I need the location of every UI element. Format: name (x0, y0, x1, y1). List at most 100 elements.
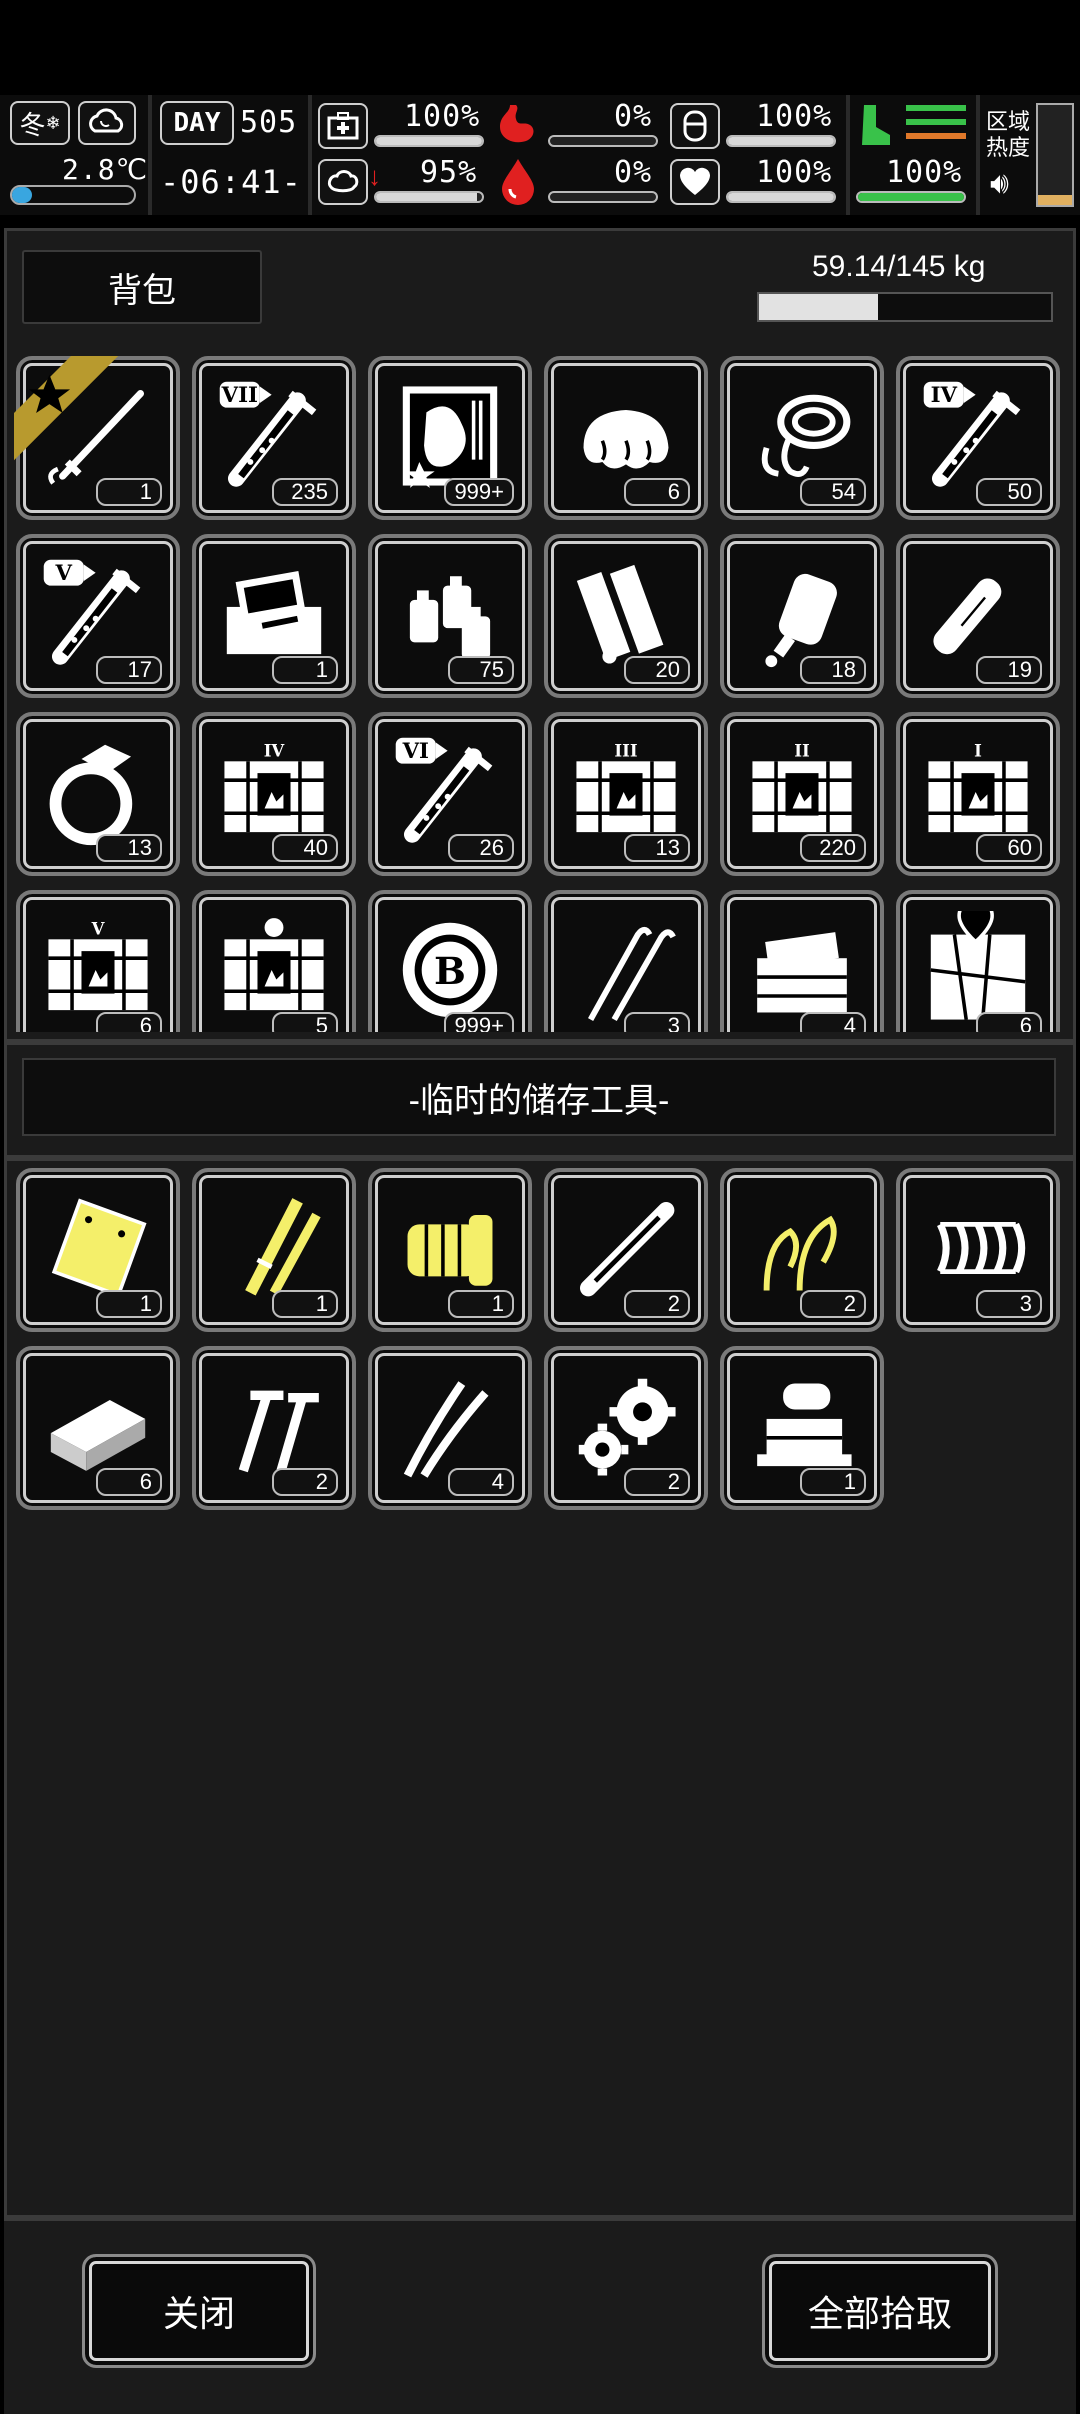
stamina-value: 100% (886, 155, 963, 190)
stamina-bar (856, 191, 966, 203)
backpack-slot[interactable]: VII 235 (192, 356, 356, 520)
status-hud: 冬 ❄ 2.8℃ DAY 505 -06:41- 100% ↓ 95% 0% 0… (0, 95, 1080, 215)
season-icon: 冬 ❄ (10, 101, 70, 145)
item-count: 13 (624, 834, 690, 862)
item-count: 1 (272, 656, 338, 684)
weight-label: 59.14/145 kg (812, 250, 986, 283)
backpack-slot[interactable]: 13 (16, 712, 180, 876)
item-count: 2 (624, 1290, 690, 1318)
item-count: 1 (96, 1290, 162, 1318)
item-count: 26 (448, 834, 514, 862)
close-button-label: 关闭 (162, 2293, 235, 2334)
storage-slot[interactable]: 2 (544, 1168, 708, 1332)
backpack-slot[interactable]: 1 (192, 534, 356, 698)
item-count: 19 (976, 656, 1042, 684)
heart-value: 100% (756, 155, 833, 190)
backpack-grid: 1 VII 235 999+ 6 54 IV 50 V 17 1 75 20 18 19 13 IV 40 VI 26… (0, 356, 1080, 1032)
storage-slot[interactable]: 2 (720, 1168, 884, 1332)
backpack-slot[interactable]: VI 26 (368, 712, 532, 876)
temp-storage-title: -临时的储存工具- (22, 1058, 1056, 1136)
storage-slot[interactable]: 4 (368, 1346, 532, 1510)
medkit-icon (318, 103, 368, 149)
backpack-slot[interactable]: 54 (720, 356, 884, 520)
item-count: 4 (448, 1468, 514, 1496)
backpack-tab[interactable]: 背包 (22, 250, 262, 324)
item-count: 999+ (444, 478, 514, 506)
backpack-slot[interactable]: V6 (16, 890, 180, 1032)
backpack-slot[interactable]: II 220 (720, 712, 884, 876)
item-count: 54 (800, 478, 866, 506)
backpack-slot[interactable]: 999+ (368, 356, 532, 520)
storage-slot[interactable]: 2 (192, 1346, 356, 1510)
item-count: 1 (448, 1290, 514, 1318)
svg-text:VII: VII (221, 382, 258, 407)
armor-value: 100% (756, 99, 833, 134)
backpack-slot[interactable]: 1 (14, 356, 180, 520)
item-count: 235 (272, 478, 338, 506)
storage-slot[interactable]: 1 (192, 1168, 356, 1332)
stomach-bar (548, 135, 658, 147)
svg-text:VI: VI (402, 738, 429, 763)
storage-slot[interactable]: 1 (368, 1168, 532, 1332)
backpack-slot[interactable]: IV 50 (896, 356, 1060, 520)
pickup-all-button[interactable]: 全部拾取 (762, 2254, 998, 2368)
temp-storage-grid: 1 1 1 2 2 3 6 2 4 2 1 (0, 1168, 1080, 1528)
sound-icon[interactable]: 🔊︎ (990, 167, 1009, 201)
blood-value: 0% (614, 155, 653, 190)
weight-bar-fill (759, 294, 879, 320)
close-button[interactable]: 关闭 (82, 2254, 316, 2368)
item-count: 999+ (444, 1012, 514, 1032)
backpack-slot[interactable]: 18 (720, 534, 884, 698)
blood-drop-icon (498, 157, 538, 207)
backpack-slot[interactable]: B 999+ (368, 890, 532, 1032)
item-count: 2 (800, 1290, 866, 1318)
svg-text:IV: IV (264, 740, 286, 760)
svg-text:V: V (91, 918, 106, 938)
day-number: 505 (240, 105, 298, 140)
item-count: 1 (96, 478, 162, 506)
mental-down-arrow-icon: ↓ (368, 161, 381, 191)
item-count: 1 (272, 1290, 338, 1318)
storage-slot[interactable]: 1 (16, 1168, 180, 1332)
health-value: 100% (404, 99, 481, 134)
svg-text:III: III (614, 740, 637, 760)
storage-slot[interactable]: 2 (544, 1346, 708, 1510)
backpack-slot[interactable]: 3 (544, 890, 708, 1032)
thermometer-icon (10, 185, 136, 205)
clock-display: -06:41- (160, 163, 302, 201)
backpack-slot[interactable]: III 13 (544, 712, 708, 876)
item-count: 6 (624, 478, 690, 506)
storage-slot[interactable]: 1 (720, 1346, 884, 1510)
item-count: 13 (96, 834, 162, 862)
stamina-level-bars (906, 105, 966, 139)
brain-icon (318, 159, 368, 205)
item-count: 2 (272, 1468, 338, 1496)
item-count: 3 (624, 1012, 690, 1032)
stomach-value: 0% (614, 99, 653, 134)
backpack-slot[interactable]: V 17 (16, 534, 180, 698)
temp-storage-title-text: -临时的储存工具- (408, 1081, 670, 1120)
backpack-slot[interactable]: 6 (544, 356, 708, 520)
item-count: 220 (800, 834, 866, 862)
backpack-slot[interactable]: 19 (896, 534, 1060, 698)
temperature-value: 2.8℃ (62, 153, 149, 186)
backpack-slot[interactable]: IV 40 (192, 712, 356, 876)
backpack-slot[interactable]: 6 (896, 890, 1060, 1032)
backpack-slot[interactable]: 75 (368, 534, 532, 698)
backpack-slot[interactable]: 5 (192, 890, 356, 1032)
boot-icon (856, 103, 896, 147)
item-count: 6 (96, 1012, 162, 1032)
backpack-slot[interactable]: 20 (544, 534, 708, 698)
item-count: 1 (800, 1468, 866, 1496)
mental-bar (374, 191, 484, 203)
region-label-line2: 热度 (986, 135, 1031, 160)
backpack-slot[interactable]: 4 (720, 890, 884, 1032)
item-count: 6 (96, 1468, 162, 1496)
storage-slot[interactable]: 6 (16, 1346, 180, 1510)
backpack-slot[interactable]: I 60 (896, 712, 1060, 876)
storage-slot[interactable]: 3 (896, 1168, 1060, 1332)
svg-text:IV: IV (931, 382, 958, 407)
item-count: 5 (272, 1012, 338, 1032)
blood-bar (548, 191, 658, 203)
day-label: DAY (173, 108, 221, 138)
